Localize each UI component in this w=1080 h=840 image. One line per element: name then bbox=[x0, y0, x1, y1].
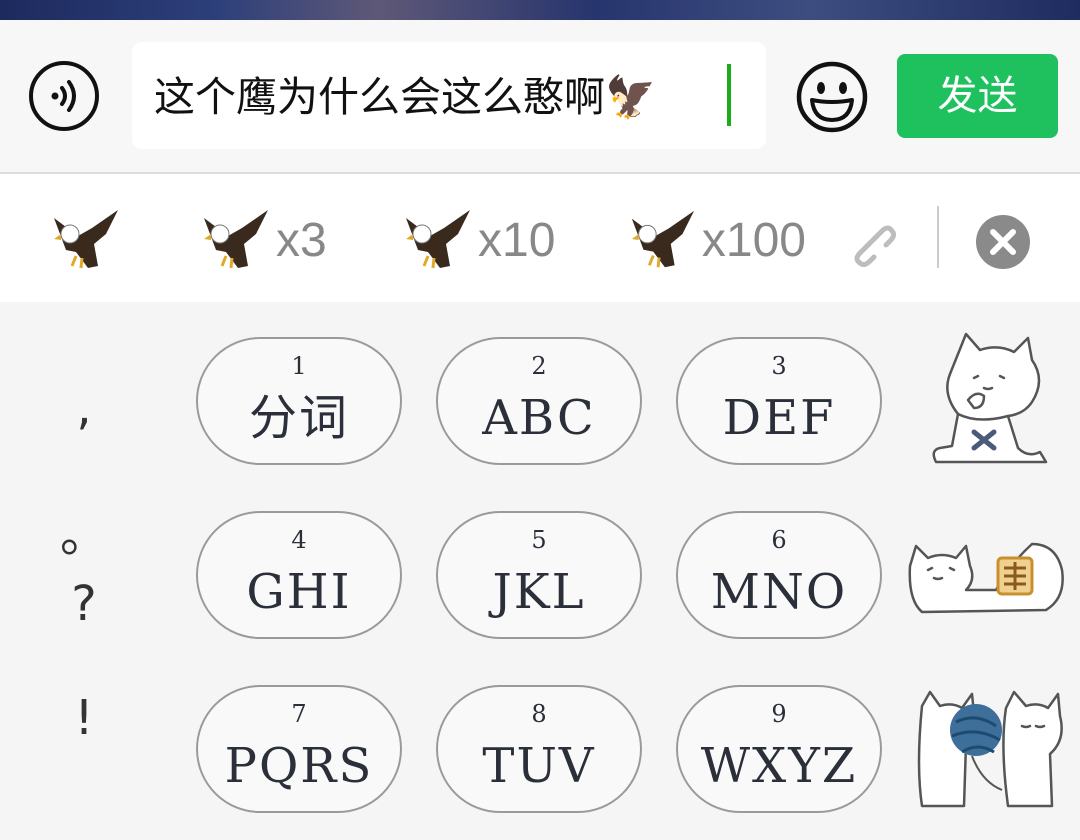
eagle-icon bbox=[631, 210, 695, 268]
suggestion-label: x100 bbox=[701, 213, 806, 267]
suggestion-eagle-1[interactable] bbox=[48, 204, 168, 276]
cat-reenter-key[interactable] bbox=[906, 524, 1066, 620]
key-letters: TUV bbox=[482, 738, 596, 794]
key-7[interactable]: 7 PQRS bbox=[196, 685, 402, 813]
key-3[interactable]: 3 DEF bbox=[676, 337, 882, 465]
punct-comma[interactable]: , bbox=[54, 380, 114, 436]
punct-exclamation[interactable]: ! bbox=[54, 690, 114, 746]
key-letters: WXYZ bbox=[700, 738, 858, 794]
eagle-icon bbox=[406, 210, 470, 269]
key-letters: 分词 bbox=[248, 390, 349, 446]
punct-question[interactable]: ? bbox=[54, 576, 114, 632]
message-input[interactable]: 这个鹰为什么会这么憨啊🦅 bbox=[132, 42, 766, 149]
key-6[interactable]: 6 MNO bbox=[676, 511, 882, 639]
punct-period[interactable]: 。 bbox=[54, 495, 114, 565]
close-icon[interactable] bbox=[975, 214, 1031, 270]
key-number: 4 bbox=[291, 526, 307, 554]
emoji-button[interactable] bbox=[795, 60, 869, 134]
key-number: 3 bbox=[771, 352, 787, 380]
key-number: 9 bbox=[771, 700, 787, 728]
eagle-icon bbox=[54, 210, 118, 269]
key-letters: DEF bbox=[722, 390, 836, 446]
cat-yarn-key[interactable] bbox=[912, 686, 1072, 816]
eagle-icon bbox=[204, 210, 268, 269]
link-icon[interactable] bbox=[846, 217, 896, 267]
suggestion-eagle-x10[interactable]: x10 bbox=[400, 204, 580, 276]
key-letters: JKL bbox=[492, 564, 586, 620]
key-letters: GHI bbox=[246, 564, 352, 620]
key-number: 8 bbox=[531, 700, 547, 728]
key-4[interactable]: 4 GHI bbox=[196, 511, 402, 639]
cat-delete-key[interactable] bbox=[928, 330, 1050, 470]
suggestion-label: x3 bbox=[276, 213, 327, 267]
key-2[interactable]: 2 ABC bbox=[436, 337, 642, 465]
background-video-strip bbox=[0, 0, 1080, 20]
emoji-suggestion-bar: x3 x10 x100 bbox=[0, 174, 1080, 302]
message-text: 这个鹰为什么会这么憨啊🦅 bbox=[154, 73, 657, 121]
key-number: 7 bbox=[291, 700, 307, 728]
suggestion-eagle-x3[interactable]: x3 bbox=[198, 204, 358, 276]
suggestion-eagle-x100[interactable]: x100 bbox=[626, 204, 806, 276]
key-9[interactable]: 9 WXYZ bbox=[676, 685, 882, 813]
key-number: 1 bbox=[291, 352, 307, 380]
key-1[interactable]: 1 分词 bbox=[196, 337, 402, 465]
key-letters: PQRS bbox=[224, 738, 374, 794]
key-number: 5 bbox=[531, 526, 547, 554]
key-letters: MNO bbox=[710, 564, 848, 620]
send-button[interactable]: 发送 bbox=[897, 54, 1058, 138]
key-number: 6 bbox=[771, 526, 787, 554]
key-number: 2 bbox=[531, 352, 547, 380]
key-5[interactable]: 5 JKL bbox=[436, 511, 642, 639]
key-letters: ABC bbox=[482, 390, 596, 446]
voice-icon bbox=[51, 80, 76, 112]
voice-input-button[interactable] bbox=[29, 61, 99, 131]
key-8[interactable]: 8 TUV bbox=[436, 685, 642, 813]
text-cursor bbox=[727, 64, 731, 126]
input-bar: 这个鹰为什么会这么憨啊🦅 发送 bbox=[0, 20, 1080, 174]
divider bbox=[937, 206, 939, 268]
suggestion-label: x10 bbox=[478, 213, 556, 267]
